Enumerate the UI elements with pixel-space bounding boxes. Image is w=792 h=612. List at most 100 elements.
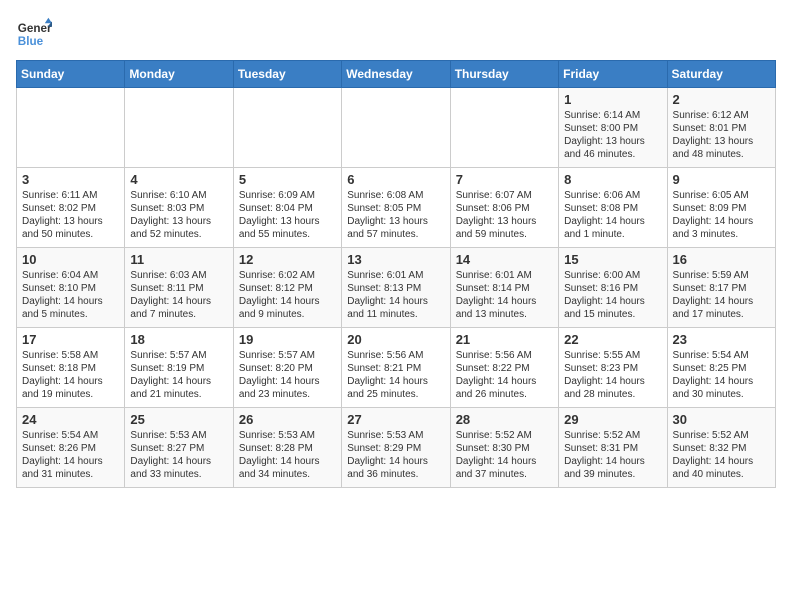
calendar-cell: 19Sunrise: 5:57 AMSunset: 8:20 PMDayligh… — [233, 328, 341, 408]
day-info: Sunset: 8:10 PM — [22, 282, 119, 295]
day-info: Daylight: 14 hours and 28 minutes. — [564, 375, 661, 401]
day-info: Sunrise: 6:08 AM — [347, 189, 444, 202]
day-info: Sunset: 8:28 PM — [239, 442, 336, 455]
day-number: 11 — [130, 252, 227, 267]
day-info: Sunrise: 6:01 AM — [456, 269, 553, 282]
day-info: Daylight: 14 hours and 39 minutes. — [564, 455, 661, 481]
day-number: 2 — [673, 92, 770, 107]
weekday-header: Wednesday — [342, 61, 450, 88]
day-number: 30 — [673, 412, 770, 427]
calendar-cell: 11Sunrise: 6:03 AMSunset: 8:11 PMDayligh… — [125, 248, 233, 328]
weekday-header: Monday — [125, 61, 233, 88]
page-header: General Blue — [16, 16, 776, 52]
day-info: Sunrise: 6:00 AM — [564, 269, 661, 282]
svg-text:Blue: Blue — [18, 35, 44, 48]
calendar-cell: 22Sunrise: 5:55 AMSunset: 8:23 PMDayligh… — [559, 328, 667, 408]
day-info: Daylight: 14 hours and 7 minutes. — [130, 295, 227, 321]
day-info: Sunrise: 6:01 AM — [347, 269, 444, 282]
day-info: Daylight: 14 hours and 25 minutes. — [347, 375, 444, 401]
calendar-cell: 25Sunrise: 5:53 AMSunset: 8:27 PMDayligh… — [125, 408, 233, 488]
day-info: Sunrise: 6:10 AM — [130, 189, 227, 202]
calendar-cell: 21Sunrise: 5:56 AMSunset: 8:22 PMDayligh… — [450, 328, 558, 408]
day-info: Sunset: 8:03 PM — [130, 202, 227, 215]
day-info: Sunrise: 6:06 AM — [564, 189, 661, 202]
calendar-week-row: 1Sunrise: 6:14 AMSunset: 8:00 PMDaylight… — [17, 88, 776, 168]
day-info: Daylight: 14 hours and 30 minutes. — [673, 375, 770, 401]
calendar-cell: 9Sunrise: 6:05 AMSunset: 8:09 PMDaylight… — [667, 168, 775, 248]
day-info: Sunset: 8:13 PM — [347, 282, 444, 295]
day-info: Daylight: 14 hours and 3 minutes. — [673, 215, 770, 241]
calendar-cell: 2Sunrise: 6:12 AMSunset: 8:01 PMDaylight… — [667, 88, 775, 168]
day-info: Sunrise: 5:53 AM — [130, 429, 227, 442]
weekday-header: Tuesday — [233, 61, 341, 88]
day-number: 1 — [564, 92, 661, 107]
day-number: 16 — [673, 252, 770, 267]
day-info: Sunrise: 5:55 AM — [564, 349, 661, 362]
day-number: 3 — [22, 172, 119, 187]
day-info: Sunset: 8:31 PM — [564, 442, 661, 455]
day-info: Sunrise: 6:05 AM — [673, 189, 770, 202]
calendar-cell: 6Sunrise: 6:08 AMSunset: 8:05 PMDaylight… — [342, 168, 450, 248]
day-info: Daylight: 14 hours and 31 minutes. — [22, 455, 119, 481]
day-info: Sunrise: 5:52 AM — [673, 429, 770, 442]
day-info: Sunset: 8:26 PM — [22, 442, 119, 455]
day-info: Sunrise: 6:02 AM — [239, 269, 336, 282]
calendar-cell: 29Sunrise: 5:52 AMSunset: 8:31 PMDayligh… — [559, 408, 667, 488]
day-info: Daylight: 14 hours and 13 minutes. — [456, 295, 553, 321]
day-number: 26 — [239, 412, 336, 427]
calendar-cell — [125, 88, 233, 168]
day-info: Sunset: 8:04 PM — [239, 202, 336, 215]
day-info: Sunrise: 5:53 AM — [239, 429, 336, 442]
calendar-cell: 20Sunrise: 5:56 AMSunset: 8:21 PMDayligh… — [342, 328, 450, 408]
day-info: Daylight: 14 hours and 37 minutes. — [456, 455, 553, 481]
calendar-header: SundayMondayTuesdayWednesdayThursdayFrid… — [17, 61, 776, 88]
day-info: Sunrise: 6:07 AM — [456, 189, 553, 202]
day-info: Sunrise: 6:11 AM — [22, 189, 119, 202]
day-info: Daylight: 14 hours and 40 minutes. — [673, 455, 770, 481]
calendar-week-row: 10Sunrise: 6:04 AMSunset: 8:10 PMDayligh… — [17, 248, 776, 328]
calendar-cell — [342, 88, 450, 168]
calendar-cell: 4Sunrise: 6:10 AMSunset: 8:03 PMDaylight… — [125, 168, 233, 248]
day-info: Daylight: 14 hours and 21 minutes. — [130, 375, 227, 401]
day-info: Sunset: 8:25 PM — [673, 362, 770, 375]
day-info: Sunset: 8:16 PM — [564, 282, 661, 295]
day-info: Sunrise: 6:14 AM — [564, 109, 661, 122]
day-number: 8 — [564, 172, 661, 187]
day-info: Daylight: 14 hours and 19 minutes. — [22, 375, 119, 401]
day-info: Sunrise: 5:52 AM — [564, 429, 661, 442]
day-info: Sunrise: 5:53 AM — [347, 429, 444, 442]
weekday-header: Saturday — [667, 61, 775, 88]
day-number: 18 — [130, 332, 227, 347]
day-info: Sunrise: 5:56 AM — [456, 349, 553, 362]
day-info: Daylight: 13 hours and 46 minutes. — [564, 135, 661, 161]
calendar-cell: 7Sunrise: 6:07 AMSunset: 8:06 PMDaylight… — [450, 168, 558, 248]
day-number: 27 — [347, 412, 444, 427]
calendar-cell: 24Sunrise: 5:54 AMSunset: 8:26 PMDayligh… — [17, 408, 125, 488]
calendar-cell: 18Sunrise: 5:57 AMSunset: 8:19 PMDayligh… — [125, 328, 233, 408]
weekday-header: Friday — [559, 61, 667, 88]
day-info: Daylight: 14 hours and 34 minutes. — [239, 455, 336, 481]
day-number: 12 — [239, 252, 336, 267]
day-info: Daylight: 14 hours and 5 minutes. — [22, 295, 119, 321]
calendar-cell: 8Sunrise: 6:06 AMSunset: 8:08 PMDaylight… — [559, 168, 667, 248]
day-info: Daylight: 14 hours and 33 minutes. — [130, 455, 227, 481]
day-info: Daylight: 14 hours and 15 minutes. — [564, 295, 661, 321]
calendar-cell: 5Sunrise: 6:09 AMSunset: 8:04 PMDaylight… — [233, 168, 341, 248]
day-info: Sunrise: 6:03 AM — [130, 269, 227, 282]
day-number: 9 — [673, 172, 770, 187]
day-info: Sunset: 8:29 PM — [347, 442, 444, 455]
day-info: Sunset: 8:19 PM — [130, 362, 227, 375]
day-info: Sunset: 8:20 PM — [239, 362, 336, 375]
day-number: 20 — [347, 332, 444, 347]
day-number: 23 — [673, 332, 770, 347]
day-info: Sunrise: 5:56 AM — [347, 349, 444, 362]
day-info: Daylight: 13 hours and 52 minutes. — [130, 215, 227, 241]
day-info: Sunset: 8:14 PM — [456, 282, 553, 295]
day-info: Sunrise: 5:54 AM — [673, 349, 770, 362]
day-info: Daylight: 13 hours and 55 minutes. — [239, 215, 336, 241]
day-info: Sunrise: 5:52 AM — [456, 429, 553, 442]
day-info: Sunrise: 6:09 AM — [239, 189, 336, 202]
day-info: Sunset: 8:18 PM — [22, 362, 119, 375]
calendar-cell: 16Sunrise: 5:59 AMSunset: 8:17 PMDayligh… — [667, 248, 775, 328]
calendar-cell: 26 Sunrise: 5:53 AMSunset: 8:28 PMDayligh… — [233, 408, 341, 488]
